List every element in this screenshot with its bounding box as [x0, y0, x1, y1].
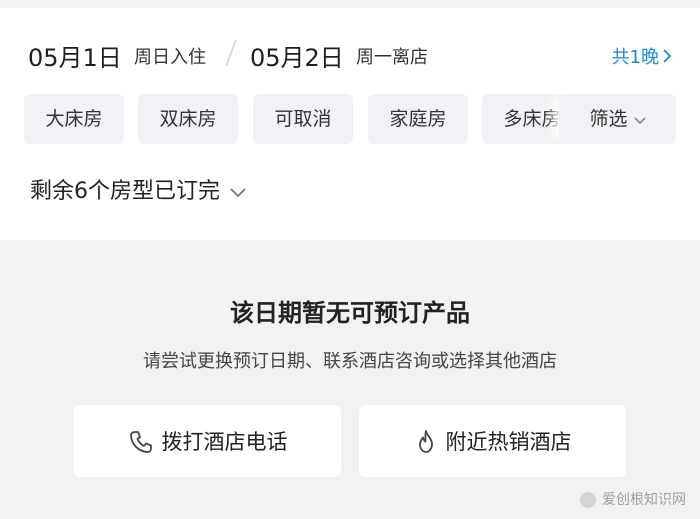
- chevron-down-icon: [230, 188, 246, 198]
- phone-icon: [129, 431, 152, 453]
- flame-icon: [418, 430, 433, 453]
- checkin-day: 周日入住: [134, 47, 206, 68]
- call-hotel-button[interactable]: 拨打酒店电话: [74, 405, 341, 477]
- filter-chips: 大床房 双床房 可取消 家庭房 多床房 筛选: [24, 94, 678, 144]
- nights-label: 共1晚: [611, 47, 659, 68]
- chip-twin-bed[interactable]: 双床房: [138, 94, 238, 144]
- call-hotel-label: 拨打酒店电话: [161, 430, 288, 454]
- nearby-hotels-button[interactable]: 附近热销酒店: [359, 405, 626, 477]
- chip-big-bed[interactable]: 大床房: [24, 94, 124, 144]
- filter-label: 筛选: [589, 108, 628, 130]
- nearby-hotels-label: 附近热销酒店: [445, 430, 572, 454]
- soldout-toggle[interactable]: 剩余6个房型已订完: [30, 176, 246, 208]
- date-divider: [225, 40, 237, 66]
- date-row[interactable]: 05月1日 周日入住 05月2日 周一离店 共1晚: [28, 38, 672, 78]
- empty-subtitle: 请尝试更换预订日期、联系酒店咨询或选择其他酒店: [143, 351, 557, 372]
- checkout-day: 周一离店: [356, 47, 428, 68]
- chevron-down-icon: [633, 117, 646, 125]
- watermark: 爱创根知识网: [580, 489, 686, 509]
- top-band: [0, 0, 700, 8]
- nights-count[interactable]: 共1晚: [612, 38, 672, 78]
- watermark-text: 爱创根知识网: [602, 492, 686, 508]
- chip-family-room[interactable]: 家庭房: [368, 94, 468, 144]
- checkin-date[interactable]: 05月1日: [28, 38, 122, 78]
- checkout-date[interactable]: 05月2日: [250, 38, 344, 78]
- empty-title: 该日期暂无可预订产品: [230, 299, 470, 327]
- watermark-logo-icon: [580, 492, 596, 508]
- room-selector-card: 05月1日 周日入住 05月2日 周一离店 共1晚 大床房 双床房 可取消 家庭…: [0, 8, 700, 240]
- chevron-right-icon: [663, 49, 672, 63]
- filter-button[interactable]: 筛选: [559, 94, 676, 144]
- soldout-text: 剩余6个房型已订完: [30, 179, 220, 204]
- chip-cancellable[interactable]: 可取消: [253, 94, 353, 144]
